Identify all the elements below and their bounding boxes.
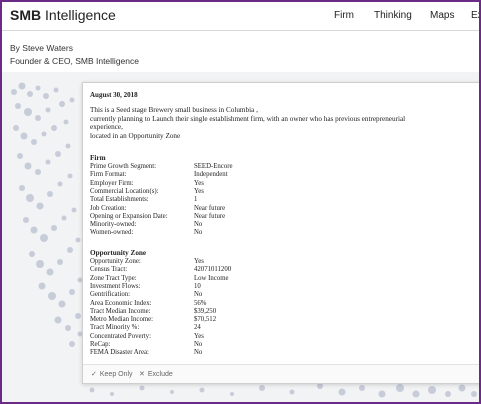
oz-row-label: FEMA Disaster Area:: [90, 349, 149, 357]
firm-row: Total Establishments: 1: [90, 196, 197, 205]
oz-row-label: Opportunity Zone:: [90, 258, 141, 265]
firm-row-value: Yes: [194, 179, 204, 187]
firm-row: Prime Growth Segment: SEED-Encore: [90, 163, 233, 172]
firm-row-value: Near future: [194, 212, 226, 220]
oz-row-value: 42071011200: [194, 266, 232, 274]
firm-row-label: Opening or Expansion Date:: [90, 212, 168, 220]
oz-row: Investment Flows: 10: [90, 283, 201, 292]
firm-row: Opening or Expansion Date: Near future: [90, 213, 225, 222]
firm-row-value: Independent: [194, 171, 228, 179]
firm-row-label: Firm Format:: [90, 171, 127, 179]
description-line-2: currently planning to Launch their singl…: [90, 114, 406, 132]
firm-row-label: Employer Firm:: [90, 179, 134, 187]
firm-row-value: Near future: [194, 204, 226, 212]
nav-link-explore[interactable]: Ex: [471, 10, 479, 21]
oz-row-value: Yes: [194, 332, 204, 340]
oz-row-label: ReCap:: [90, 341, 111, 348]
oz-row-label: Census Tract:: [90, 266, 128, 274]
oz-row-label: Concentrated Poverty:: [90, 332, 151, 340]
description-line-3: located in an Opportunity Zone: [90, 131, 181, 140]
nav-link-maps[interactable]: Maps: [430, 10, 454, 21]
app-frame: SMB Intelligence Firm Thinking Maps Ex B…: [0, 0, 481, 404]
firm-row: Minority-owned: No: [90, 221, 202, 230]
firm-row: Employer Firm: Yes: [90, 180, 204, 189]
author-role: Founder & CEO, SMB Intelligence: [10, 56, 139, 66]
author-byline: By Steve Waters Founder & CEO, SMB Intel…: [10, 42, 139, 68]
exclude-button[interactable]: ✕ Exclude: [139, 370, 173, 378]
firm-row-value: 1: [194, 196, 198, 204]
oz-row-value: Yes: [194, 258, 204, 265]
firm-row: Commercial Location(s): Yes: [90, 188, 204, 197]
oz-section-title: Opportunity Zone: [90, 249, 147, 257]
exclude-label: Exclude: [147, 371, 173, 378]
oz-row: Concentrated Poverty: Yes: [90, 333, 204, 342]
keep-only-label: Keep Only: [99, 371, 133, 378]
firm-row-label: Total Establishments:: [90, 196, 149, 204]
oz-row-value: 10: [194, 282, 201, 290]
oz-row-value: No: [194, 291, 203, 299]
oz-row: Area Economic Index: 56%: [90, 300, 206, 309]
oz-row: Census Tract: 42071011200: [90, 266, 231, 275]
logo-intelligence-text: Intelligence: [45, 7, 116, 23]
oz-row-value: 24: [194, 324, 201, 332]
oz-row-value: $39,250: [194, 307, 217, 315]
card-footer-actions: ✓ Keep Only ✕ Exclude: [83, 364, 479, 383]
firm-row-value: Yes: [194, 187, 204, 195]
oz-row: Gentrification: No: [90, 291, 202, 300]
oz-row-label: Tract Minority %:: [90, 324, 140, 332]
oz-row-label: Metro Median Income:: [90, 316, 154, 324]
top-navigation-bar: SMB Intelligence Firm Thinking Maps Ex: [2, 2, 479, 31]
firm-row-value: No: [194, 221, 203, 229]
keep-only-button[interactable]: ✓ Keep Only: [91, 370, 133, 378]
firm-row-label: Job Creation:: [90, 204, 127, 212]
oz-row: Tract Minority %: 24: [90, 324, 201, 333]
oz-row-label: Area Economic Index:: [90, 299, 152, 307]
firm-section-title: Firm: [90, 154, 106, 162]
firm-row-value: SEED-Encore: [194, 163, 233, 170]
oz-row: Tract Median Income: $39,250: [90, 308, 216, 317]
oz-row-label: Investment Flows:: [90, 282, 141, 290]
nav-link-firm[interactable]: Firm: [334, 10, 354, 21]
oz-row-label: Zone Tract Type:: [90, 274, 137, 282]
author-name: By Steve Waters: [10, 43, 73, 53]
oz-row: Zone Tract Type: Low Income: [90, 275, 229, 284]
firm-row-label: Minority-owned:: [90, 221, 137, 229]
oz-row-label: Gentrification:: [90, 291, 131, 299]
check-icon: ✓: [91, 371, 97, 378]
oz-row-value: No: [194, 341, 203, 348]
firm-row: Women-owned: No: [90, 229, 202, 238]
oz-row-value: 56%: [194, 299, 207, 307]
oz-row: Opportunity Zone: Yes: [90, 258, 204, 267]
oz-row-value: Low Income: [194, 274, 229, 282]
site-logo[interactable]: SMB Intelligence: [10, 7, 116, 23]
oz-row: Metro Median Income: $70,512: [90, 316, 216, 325]
oz-row: ReCap: No: [90, 341, 202, 350]
logo-smb-text: SMB: [10, 7, 42, 23]
description-line-1: This is a Seed stage Brewery small busin…: [90, 106, 258, 114]
firm-row: Firm Format: Independent: [90, 171, 228, 180]
nav-link-thinking[interactable]: Thinking: [374, 10, 412, 21]
firm-row-label: Commercial Location(s):: [90, 187, 159, 195]
oz-row-value: No: [194, 349, 203, 357]
firm-row-value: No: [194, 229, 203, 237]
x-icon: ✕: [139, 371, 145, 378]
card-date: August 30, 2018: [90, 91, 138, 99]
firm-row: Job Creation: Near future: [90, 205, 225, 214]
oz-row-value: $70,512: [194, 316, 217, 324]
oz-row-label: Tract Median Income:: [90, 307, 151, 315]
firm-row-label: Women-owned:: [90, 229, 134, 237]
oz-row: FEMA Disaster Area: No: [90, 349, 202, 358]
business-description: This is a Seed stage Brewery small busin…: [90, 106, 420, 140]
business-detail-card: August 30, 2018 This is a Seed stage Bre…: [82, 82, 479, 384]
firm-row-label: Prime Growth Segment:: [90, 163, 157, 170]
